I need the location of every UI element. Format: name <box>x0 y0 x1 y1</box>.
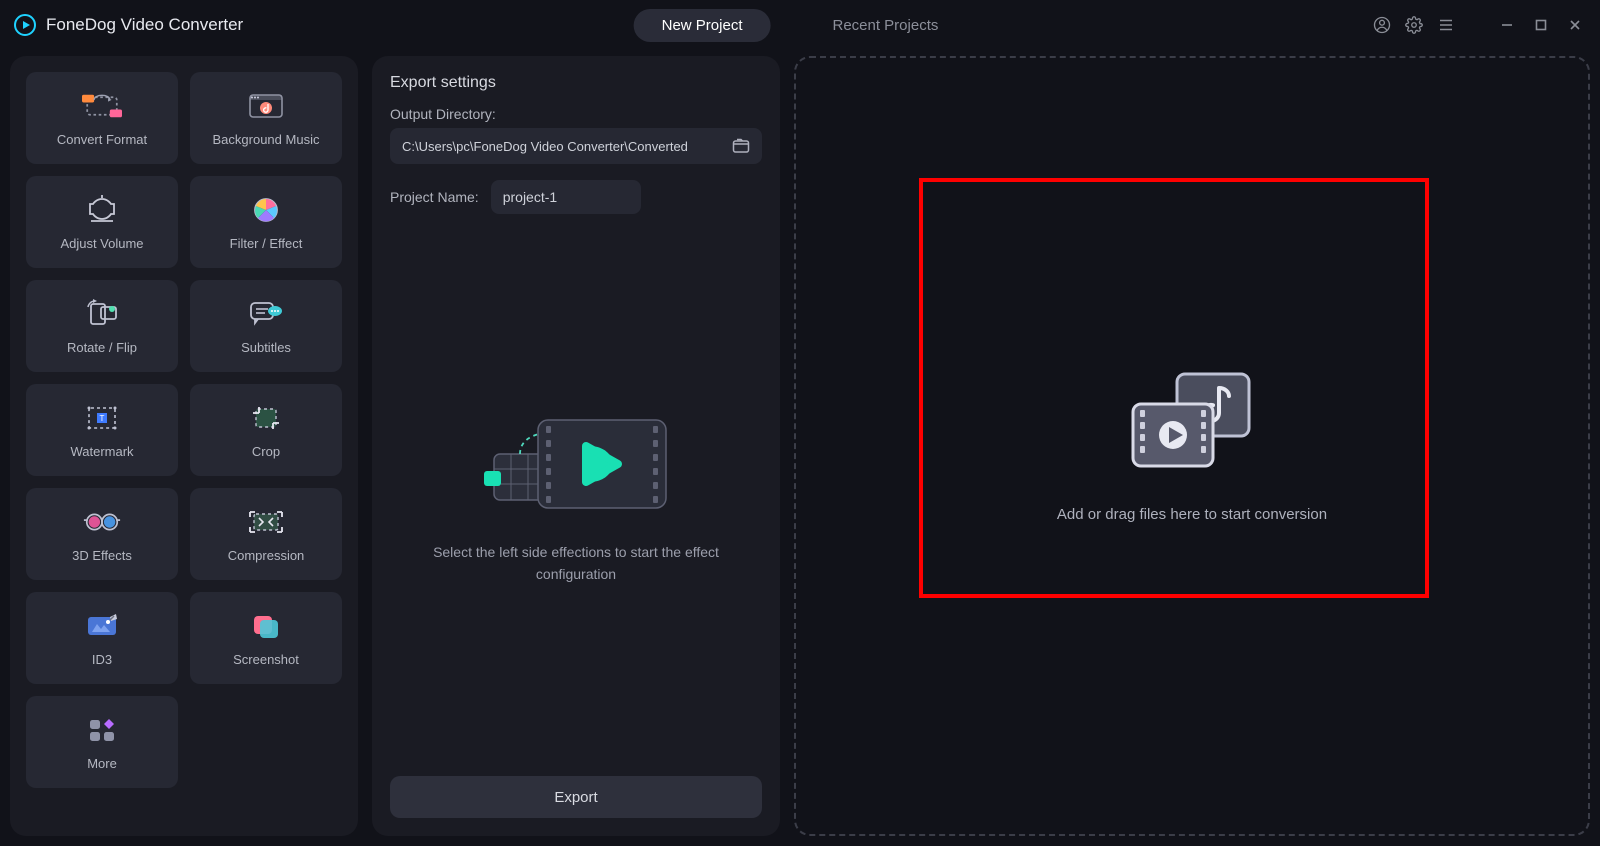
compression-icon <box>246 506 286 538</box>
tools-panel: Convert Format Background Music Adjust V… <box>10 56 358 836</box>
rotate-flip-icon <box>82 298 122 330</box>
tool-id3[interactable]: ID3 <box>26 592 178 684</box>
tool-screenshot[interactable]: Screenshot <box>190 592 342 684</box>
app-logo-icon <box>14 14 36 36</box>
tool-label: Filter / Effect <box>230 236 303 251</box>
account-icon[interactable] <box>1372 15 1392 35</box>
crop-icon <box>246 402 286 434</box>
project-name-value: project-1 <box>503 189 557 205</box>
export-button[interactable]: Export <box>390 776 762 818</box>
effect-illustration-icon <box>476 404 676 514</box>
tool-label: Background Music <box>213 132 320 147</box>
tool-label: Rotate / Flip <box>67 340 137 355</box>
convert-format-icon <box>82 90 122 122</box>
tab-new-project[interactable]: New Project <box>634 9 771 42</box>
highlight-overlay <box>919 178 1429 598</box>
browse-folder-icon[interactable] <box>732 138 750 154</box>
tool-label: 3D Effects <box>72 548 132 563</box>
tool-crop[interactable]: Crop <box>190 384 342 476</box>
window-close-button[interactable] <box>1564 14 1586 36</box>
titlebar-right <box>1372 14 1586 36</box>
main: Convert Format Background Music Adjust V… <box>0 50 1600 846</box>
tool-convert-format[interactable]: Convert Format <box>26 72 178 164</box>
tab-recent-projects[interactable]: Recent Projects <box>804 9 966 42</box>
tool-background-music[interactable]: Background Music <box>190 72 342 164</box>
watermark-icon: T <box>82 402 122 434</box>
screenshot-icon <box>246 610 286 642</box>
tabs: New Project Recent Projects <box>634 9 967 42</box>
tool-label: Subtitles <box>241 340 291 355</box>
tool-label: Watermark <box>70 444 133 459</box>
project-name-label: Project Name: <box>390 189 479 205</box>
tool-label: Crop <box>252 444 280 459</box>
effect-hint: Select the left side effections to start… <box>421 542 731 585</box>
tool-more[interactable]: More <box>26 696 178 788</box>
output-directory-field[interactable]: C:\Users\pc\FoneDog Video Converter\Conv… <box>390 128 762 164</box>
subtitles-icon <box>246 298 286 330</box>
tool-adjust-volume[interactable]: Adjust Volume <box>26 176 178 268</box>
project-name-input[interactable]: project-1 <box>491 180 641 214</box>
id3-icon <box>82 610 122 642</box>
tools-grid: Convert Format Background Music Adjust V… <box>26 72 342 788</box>
brand: FoneDog Video Converter <box>14 14 243 36</box>
tool-3d-effects[interactable]: 3D Effects <box>26 488 178 580</box>
3d-effects-icon <box>82 506 122 538</box>
adjust-volume-icon <box>82 194 122 226</box>
export-heading: Export settings <box>390 74 762 92</box>
output-directory-label: Output Directory: <box>390 106 762 122</box>
tool-label: More <box>87 756 117 771</box>
tool-label: ID3 <box>92 652 112 667</box>
filter-effect-icon <box>246 194 286 226</box>
svg-text:T: T <box>100 414 105 423</box>
menu-icon[interactable] <box>1436 15 1456 35</box>
tool-filter-effect[interactable]: Filter / Effect <box>190 176 342 268</box>
tool-watermark[interactable]: T Watermark <box>26 384 178 476</box>
tool-subtitles[interactable]: Subtitles <box>190 280 342 372</box>
settings-icon[interactable] <box>1404 15 1424 35</box>
export-panel: Export settings Output Directory: C:\Use… <box>372 56 780 836</box>
background-music-icon <box>246 90 286 122</box>
window-minimize-button[interactable] <box>1496 14 1518 36</box>
tool-compression[interactable]: Compression <box>190 488 342 580</box>
project-name-row: Project Name: project-1 <box>390 180 762 214</box>
tool-label: Compression <box>228 548 305 563</box>
titlebar: FoneDog Video Converter New Project Rece… <box>0 0 1600 50</box>
tool-label: Screenshot <box>233 652 299 667</box>
app-title: FoneDog Video Converter <box>46 15 243 35</box>
output-directory-path: C:\Users\pc\FoneDog Video Converter\Conv… <box>402 139 688 154</box>
tool-label: Convert Format <box>57 132 147 147</box>
more-icon <box>82 714 122 746</box>
drop-panel[interactable]: Add or drag files here to start conversi… <box>794 56 1590 836</box>
tool-label: Adjust Volume <box>60 236 143 251</box>
tool-rotate-flip[interactable]: Rotate / Flip <box>26 280 178 372</box>
window-maximize-button[interactable] <box>1530 14 1552 36</box>
effect-illustration: Select the left side effections to start… <box>390 222 762 768</box>
